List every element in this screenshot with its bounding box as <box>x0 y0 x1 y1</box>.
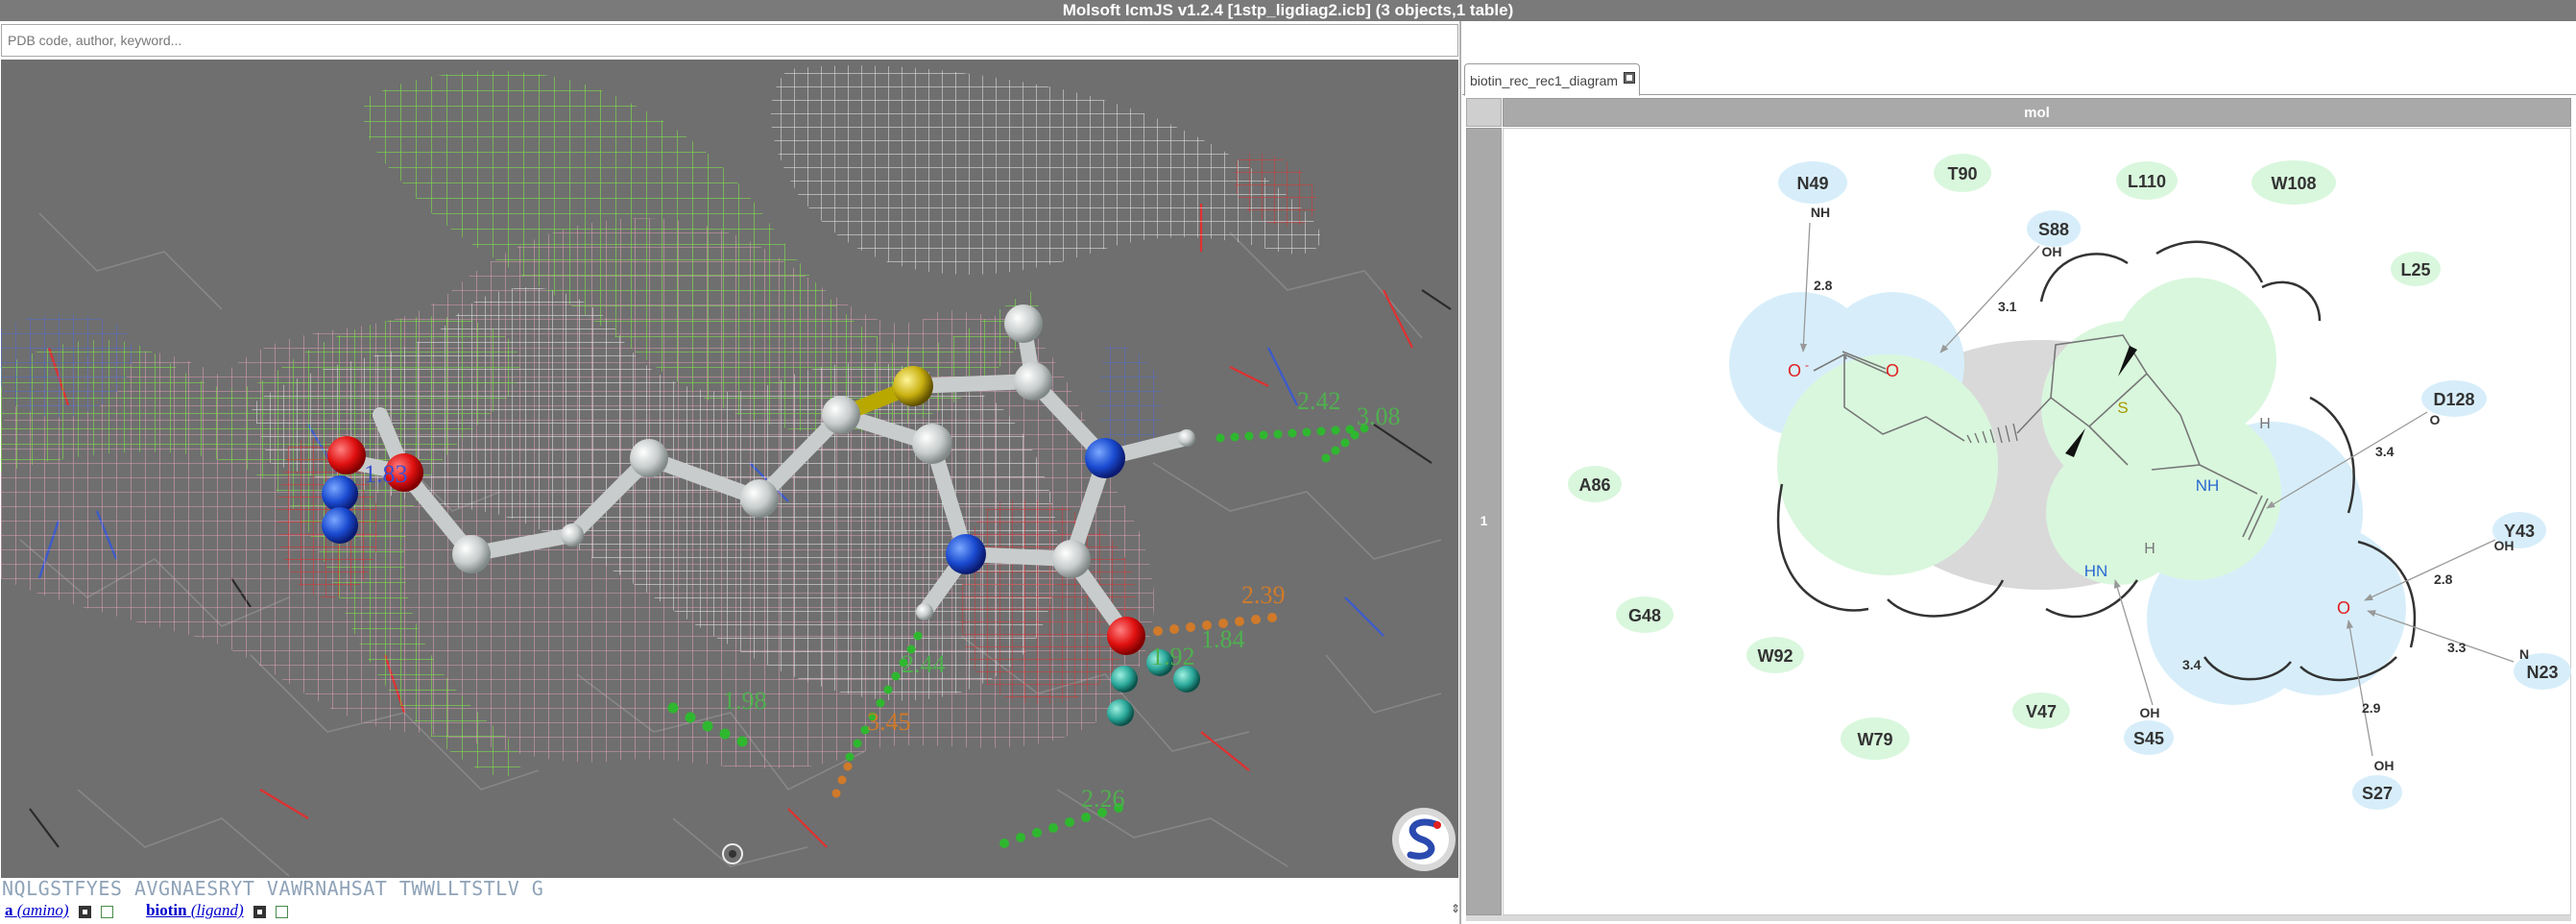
residue-label: N23 <box>2526 663 2558 682</box>
residue-label: W92 <box>1757 646 1793 666</box>
residue-label: W79 <box>1857 730 1892 749</box>
hbond-distance: 3.1 <box>1998 299 2017 314</box>
tab-diagram[interactable]: biotin_rec_rec1_diagram <box>1464 63 1641 96</box>
3d-molecule-viewer[interactable]: 1.83 2.42 3.08 2.39 1.92 1.84 2.44 3.45 … <box>1 60 1458 878</box>
row-number: 1 <box>1480 513 1488 528</box>
atom-o-carboxyl: O <box>1886 361 1899 380</box>
window-title: Molsoft IcmJS v1.2.4 [1stp_ligdiag2.icb]… <box>0 0 2576 21</box>
rotation-center-icon[interactable] <box>722 843 743 864</box>
horizontal-scrollbar[interactable] <box>1466 915 2571 921</box>
molecule-scene: 1.83 2.42 3.08 2.39 1.92 1.84 2.44 3.45 … <box>1 65 1456 877</box>
residue-label: W108 <box>2271 174 2316 193</box>
residue-label: L25 <box>2400 260 2430 280</box>
donor-label: OH <box>2374 758 2395 773</box>
donor-label: OH <box>2140 705 2160 720</box>
residue-label: S88 <box>2038 220 2069 239</box>
ligand-2d-diagram: O - O S NH HN O H H N49 T90 L110 W108 S8… <box>1568 154 2571 810</box>
ligand-interaction-diagram[interactable]: O - O S NH HN O H H N49 T90 L110 W108 S8… <box>1503 128 2571 915</box>
tab-label: biotin_rec_rec1_diagram <box>1470 73 1619 88</box>
object-a-visibility-checkbox[interactable] <box>101 905 114 918</box>
donor-label: OH <box>2494 538 2515 553</box>
residue-label: S45 <box>2133 729 2164 748</box>
object-link-a[interactable]: a (amino) <box>5 901 69 919</box>
hbond-distance: 3.4 <box>2375 444 2395 459</box>
molsoft-logo-icon[interactable] <box>1392 808 1456 871</box>
distance-label: 2.42 <box>1297 387 1341 415</box>
distance-label: 1.84 <box>1201 625 1245 653</box>
distance-label: 2.44 <box>902 650 946 678</box>
hbond-distance: 3.3 <box>2447 640 2467 655</box>
distance-label: 3.45 <box>867 708 911 736</box>
object-biotin-display-toggle[interactable] <box>253 905 266 918</box>
donor-label: O <box>2430 412 2441 427</box>
hbond-distance: 2.8 <box>1814 278 1833 293</box>
atom-sulfur: S <box>2117 399 2128 417</box>
distance-label: 2.26 <box>1081 785 1125 813</box>
atom-h-top: H <box>2259 416 2271 432</box>
donor-label: N <box>2519 646 2529 662</box>
search-input[interactable] <box>1 24 1458 57</box>
residue-label: S27 <box>2362 784 2393 803</box>
hbond-distance: 2.9 <box>2362 700 2381 716</box>
panel-divider[interactable] <box>1459 21 1461 924</box>
atom-hn: HN <box>2084 562 2108 580</box>
atom-o-minus: O <box>1788 361 1801 380</box>
table-tabstrip: biotin_rec_rec1_diagram <box>1462 58 2576 96</box>
distance-label: 1.98 <box>723 687 767 715</box>
hbond-distance: 2.8 <box>2434 571 2453 587</box>
atom-h-bottom: H <box>2144 541 2155 557</box>
row-header[interactable]: 1 <box>1466 128 1502 915</box>
residue-label: G48 <box>1628 606 1661 625</box>
distance-label: 1.83 <box>364 460 408 488</box>
residue-label: D128 <box>2433 390 2474 409</box>
objects-bar: a (amino) biotin (ligand) ⇕ <box>0 899 1464 922</box>
residue-label: V47 <box>2026 702 2057 721</box>
distance-label: 1.92 <box>1151 643 1195 670</box>
table-corner[interactable] <box>1466 98 1502 127</box>
donor-label: OH <box>2042 244 2062 259</box>
atom-nh: NH <box>2196 476 2220 495</box>
object-link-biotin[interactable]: biotin (ligand) <box>146 901 244 919</box>
residue-label: T90 <box>1947 164 1977 183</box>
distance-label: 3.08 <box>1357 402 1401 430</box>
residue-label: A86 <box>1578 475 1610 495</box>
residue-label: L110 <box>2128 172 2166 191</box>
sequence-bar[interactable]: NQLGSTFYES AVGNAESRYT VAWRNAHSAT TWWLLTS… <box>0 878 1461 899</box>
column-header-mol[interactable]: mol <box>1503 98 2571 127</box>
atom-o-urea: O <box>2337 598 2350 618</box>
object-biotin-visibility-checkbox[interactable] <box>276 905 289 918</box>
atom-charge: - <box>1805 358 1809 372</box>
object-a-display-toggle[interactable] <box>78 905 91 918</box>
donor-label: NH <box>1811 205 1830 220</box>
hbond-distance: 3.4 <box>2182 657 2202 672</box>
close-icon[interactable] <box>1624 72 1636 84</box>
distance-label: 2.39 <box>1241 581 1286 609</box>
residue-label: N49 <box>1796 174 1828 193</box>
